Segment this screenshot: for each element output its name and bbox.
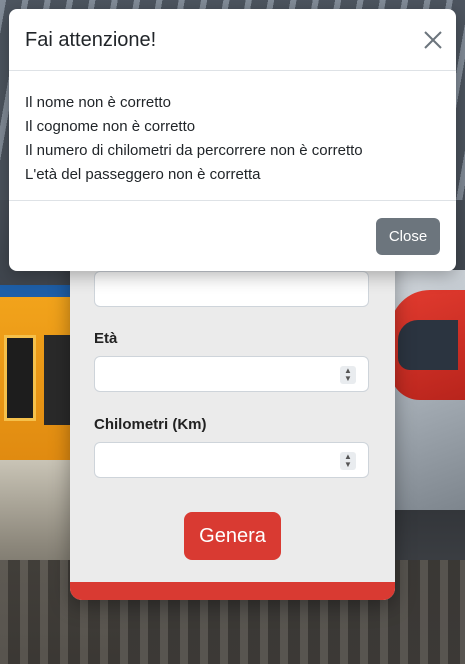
- error-message: Il cognome non è corretto: [25, 118, 196, 135]
- close-button[interactable]: Close: [376, 218, 440, 255]
- error-message: Il numero di chilometri da percorrere no…: [25, 142, 363, 159]
- modal-header: Fai attenzione!: [9, 9, 456, 71]
- close-icon[interactable]: [422, 29, 444, 51]
- error-message: L'età del passeggero non è corretta: [25, 166, 261, 183]
- modal-footer: Close: [9, 200, 456, 271]
- modal-body: Il nome non è corretto Il cognome non è …: [25, 91, 445, 187]
- error-message: Il nome non è corretto: [25, 94, 171, 111]
- alert-modal: Fai attenzione! Il nome non è corretto I…: [9, 9, 456, 271]
- modal-title: Fai attenzione!: [25, 29, 157, 51]
